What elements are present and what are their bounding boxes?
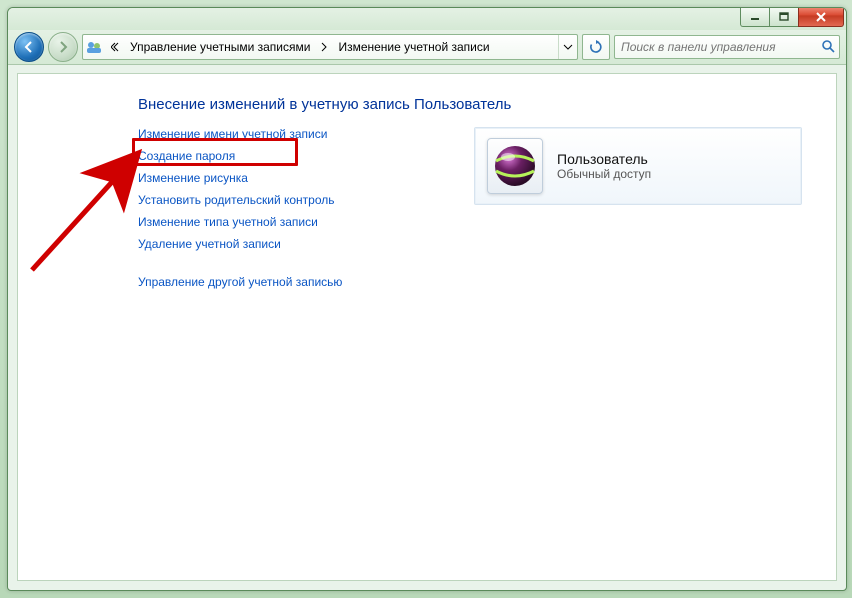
breadcrumb-seg-1[interactable]: Управление учетными записями [124,35,316,59]
address-bar[interactable]: Управление учетными записями Изменение у… [82,34,578,60]
account-name: Пользователь [557,151,651,167]
breadcrumb-seg-2[interactable]: Изменение учетной записи [332,35,495,59]
title-bar[interactable] [8,8,846,30]
search-box[interactable] [614,35,840,59]
address-dropdown[interactable] [558,35,577,59]
refresh-button[interactable] [582,34,610,60]
users-icon [83,35,106,59]
nav-row: Управление учетными записями Изменение у… [8,30,846,65]
close-icon [815,11,827,23]
link-create-password[interactable]: Создание пароля [138,149,235,163]
avatar-icon [492,143,538,189]
link-parental-controls[interactable]: Установить родительский контроль [138,193,448,207]
close-button[interactable] [798,7,844,27]
account-type: Обычный доступ [557,167,651,181]
back-button[interactable] [14,32,44,62]
arrow-right-icon [56,40,70,54]
minimize-button[interactable] [740,7,770,27]
account-tile[interactable]: Пользователь Обычный доступ [474,127,802,205]
content-area: Внесение изменений в учетную запись Поль… [17,73,837,581]
forward-button[interactable] [48,32,78,62]
control-panel-window: Управление учетными записями Изменение у… [7,7,847,591]
chevron-left-icon[interactable] [106,35,124,59]
refresh-icon [589,40,603,54]
avatar [487,138,543,194]
search-input[interactable] [619,39,817,55]
task-list: Изменение имени учетной записи Создание … [138,127,448,289]
arrow-left-icon [22,40,36,54]
link-change-picture[interactable]: Изменение рисунка [138,171,448,185]
link-manage-other[interactable]: Управление другой учетной записью [138,275,342,289]
maximize-button[interactable] [769,7,799,27]
search-icon [821,39,835,56]
page-heading: Внесение изменений в учетную запись Поль… [138,96,806,113]
minimize-icon [750,12,760,22]
link-change-type[interactable]: Изменение типа учетной записи [138,215,448,229]
link-change-name[interactable]: Изменение имени учетной записи [138,127,448,141]
link-delete-account[interactable]: Удаление учетной записи [138,237,448,251]
chevron-down-icon [563,42,573,52]
maximize-icon [779,12,789,22]
chevron-right-icon[interactable] [316,35,332,59]
